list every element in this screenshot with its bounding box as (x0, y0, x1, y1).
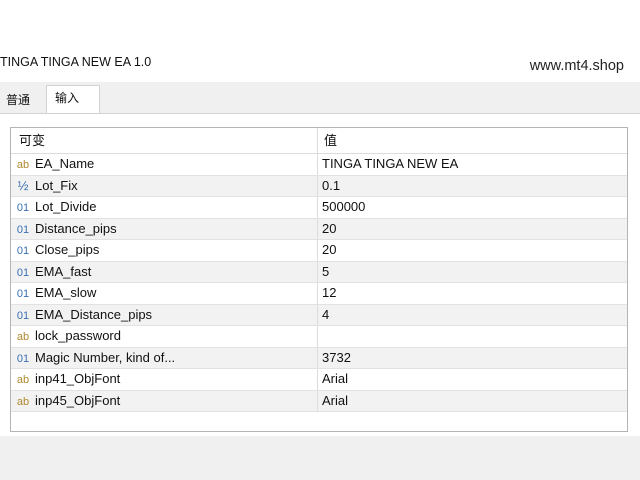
table-row[interactable]: 01 EMA_fast 5 (11, 261, 628, 283)
integer-type-icon: 01 (16, 288, 30, 300)
grid-header: 可变 值 (11, 128, 627, 154)
parameter-value-field[interactable]: 4 (318, 305, 628, 326)
tab-common[interactable]: 普通 (0, 88, 44, 112)
integer-type-icon: 01 (16, 245, 30, 257)
parameter-value-field[interactable]: 3732 (318, 348, 628, 369)
parameter-name: Lot_Fix (35, 177, 78, 193)
parameter-name-cell: ½ Lot_Fix (11, 175, 318, 196)
integer-type-icon: 01 (16, 266, 30, 279)
column-header-value[interactable]: 值 (318, 128, 628, 153)
watermark-text: www.mt4.shop (529, 58, 624, 74)
inputs-panel: 可变 值 ab EA_Name TINGA TINGA NEW EA ½ Lot_Fix… (0, 113, 640, 436)
parameter-name: Close_pips (35, 242, 100, 257)
parameter-value-field[interactable]: 20 (318, 240, 628, 261)
parameter-value-field[interactable]: 12 (318, 283, 628, 304)
parameter-value-field[interactable]: TINGA TINGA NEW EA (318, 154, 628, 175)
parameter-name: EMA_fast (35, 263, 92, 279)
double-type-icon: ½ (17, 177, 29, 193)
parameter-value-field[interactable]: 500000 (318, 197, 628, 218)
parameter-value-field[interactable]: 20 (318, 219, 628, 240)
parameter-name: lock_password (35, 328, 121, 343)
table-row[interactable]: 01 Close_pips 20 (11, 240, 627, 262)
parameter-value-field[interactable]: 0.1 (318, 176, 628, 197)
table-row[interactable]: 01 Lot_Divide 500000 (11, 197, 627, 219)
parameter-name-cell: 01 EMA_slow (11, 283, 318, 304)
string-type-icon: ab (16, 159, 30, 171)
integer-type-icon: 01 (16, 352, 30, 365)
grid-rows: ab EA_Name TINGA TINGA NEW EA ½ Lot_Fix 0.1 01… (11, 154, 627, 412)
parameter-name-cell: ab inp45_ObjFont (11, 390, 318, 411)
string-type-icon: ab (16, 395, 30, 408)
parameter-value-field[interactable]: Arial (318, 391, 628, 412)
parameter-name: Distance_pips (35, 220, 117, 236)
parameter-name: inp45_ObjFont (35, 392, 121, 408)
parameter-name: EMA_slow (35, 285, 97, 300)
parameter-name-cell: 01 EMA_Distance_pips (11, 304, 318, 325)
parameter-name: inp41_ObjFont (35, 371, 121, 386)
parameter-name-cell: 01 Magic Number, kind of... (11, 347, 318, 368)
table-row[interactable]: 01 Distance_pips 20 (11, 218, 628, 240)
parameter-name: Lot_Divide (35, 199, 97, 214)
parameter-value-field[interactable]: Arial (318, 369, 628, 390)
table-row[interactable]: ab inp41_ObjFont Arial (11, 369, 627, 391)
table-row[interactable]: ab inp45_ObjFont Arial (11, 390, 628, 412)
parameter-name-cell: ab lock_password (11, 326, 318, 347)
parameter-value-field[interactable]: 5 (318, 262, 628, 283)
table-row[interactable]: 01 EMA_Distance_pips 4 (11, 304, 628, 326)
string-type-icon: ab (16, 374, 30, 386)
integer-type-icon: 01 (16, 309, 30, 322)
parameters-grid: 可变 值 ab EA_Name TINGA TINGA NEW EA ½ Lot_Fix… (10, 127, 628, 432)
parameter-name-cell: 01 Distance_pips (11, 218, 318, 239)
integer-type-icon: 01 (16, 223, 30, 236)
parameter-value-field[interactable] (318, 326, 628, 347)
tab-strip: 普通 输入 (0, 82, 640, 115)
parameter-name-cell: 01 Lot_Divide (11, 197, 318, 218)
parameter-name: Magic Number, kind of... (35, 349, 176, 365)
table-row[interactable]: ab EA_Name TINGA TINGA NEW EA (11, 154, 627, 176)
ea-properties-window: TINGA TINGA NEW EA 1.0 www.mt4.shop 普通 输… (0, 0, 640, 480)
parameter-name: EA_Name (35, 156, 95, 171)
parameter-name: EMA_Distance_pips (35, 306, 153, 322)
table-row[interactable]: 01 Magic Number, kind of... 3732 (11, 347, 628, 369)
string-type-icon: ab (16, 331, 30, 343)
parameter-name-cell: 01 Close_pips (11, 240, 318, 261)
table-row[interactable]: 01 EMA_slow 12 (11, 283, 627, 305)
parameter-name-cell: ab EA_Name (11, 154, 318, 175)
title-bar: TINGA TINGA NEW EA 1.0 www.mt4.shop (0, 0, 640, 82)
integer-type-icon: 01 (16, 202, 30, 214)
table-row[interactable]: ab lock_password (11, 326, 627, 348)
tab-inputs[interactable]: 输入 (46, 85, 100, 115)
parameter-name-cell: 01 EMA_fast (11, 261, 318, 282)
table-row[interactable]: ½ Lot_Fix 0.1 (11, 175, 628, 197)
parameter-name-cell: ab inp41_ObjFont (11, 369, 318, 390)
window-title: TINGA TINGA NEW EA 1.0 (0, 55, 152, 69)
column-header-variable[interactable]: 可变 (11, 128, 318, 153)
